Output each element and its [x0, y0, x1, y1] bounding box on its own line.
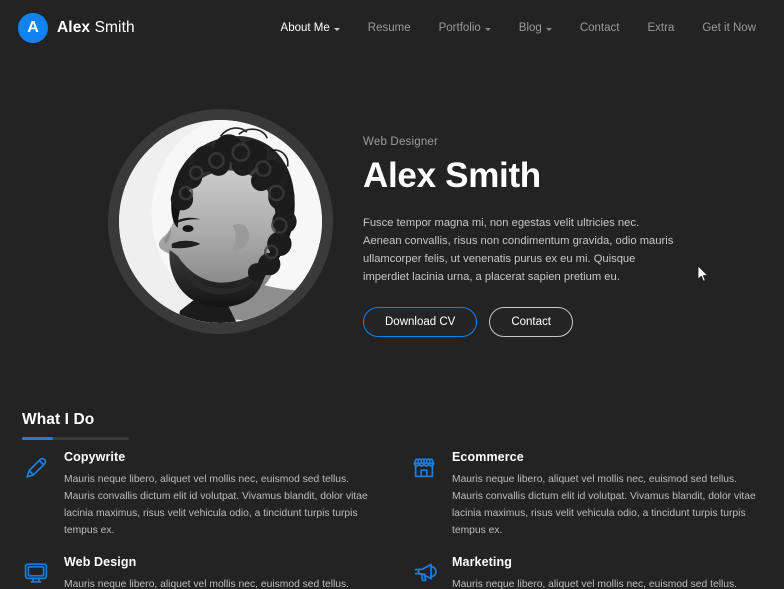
nav-item-contact[interactable]: Contact — [566, 22, 634, 34]
service-card-ecommerce[interactable]: Ecommerce Mauris neque libero, aliquet v… — [410, 450, 764, 539]
hero-paragraph: Fusce tempor magna mi, non egestas velit… — [363, 216, 674, 284]
section-header: What I Do — [22, 411, 129, 440]
portrait-frame — [108, 109, 333, 334]
logo-letter: A — [27, 19, 39, 36]
nav-item-extra[interactable]: Extra — [633, 22, 688, 34]
nav-label-blog: Blog — [518, 22, 542, 34]
service-card-body: Copywrite Mauris neque libero, aliquet v… — [64, 450, 376, 539]
nav-label-contact: Contact — [579, 22, 620, 34]
service-title: Copywrite — [64, 450, 126, 464]
nav-item-resume[interactable]: Resume — [354, 22, 425, 34]
services-grid: Copywrite Mauris neque libero, aliquet v… — [22, 450, 764, 589]
service-card-body: Marketing Mauris neque libero, aliquet v… — [452, 555, 764, 589]
nav-item-get-it-now[interactable]: Get it Now — [688, 22, 770, 34]
nav-item-portfolio[interactable]: Portfolio — [425, 22, 505, 34]
chevron-down-icon — [333, 27, 340, 31]
section-title: What I Do — [22, 411, 95, 428]
brand-name-light: Smith — [94, 19, 135, 36]
nav-label-get-it-now: Get it Now — [702, 22, 756, 34]
chevron-down-icon — [484, 27, 491, 31]
contact-label: Contact — [511, 316, 551, 329]
brand-name-bold: Alex — [57, 19, 91, 36]
service-card-web-design[interactable]: Web Design Mauris neque libero, aliquet … — [22, 555, 376, 589]
service-description: Mauris neque libero, aliquet vel mollis … — [452, 474, 756, 537]
nav-label-resume: Resume — [367, 22, 411, 34]
logo-badge-icon: A — [18, 13, 48, 43]
services-section: What I Do Copywrite Mauris neque libero,… — [0, 388, 784, 589]
service-description: Mauris neque libero, aliquet vel mollis … — [64, 579, 350, 589]
service-description: Mauris neque libero, aliquet vel mollis … — [64, 474, 368, 537]
nav-item-about-me[interactable]: About Me — [267, 22, 354, 34]
main-navigation: About Me Resume Portfolio Blog Contact E… — [267, 0, 770, 56]
megaphone-icon — [410, 559, 438, 587]
nav-label-extra: Extra — [647, 22, 675, 34]
service-title: Web Design — [64, 555, 137, 570]
nav-label-about-me: About Me — [280, 22, 330, 34]
service-title: Marketing — [452, 555, 512, 570]
chevron-down-icon — [545, 27, 552, 31]
avatar — [119, 120, 322, 323]
shop-icon — [410, 454, 438, 482]
site-header: A Alex Smith About Me Resume Portfolio B… — [0, 0, 784, 56]
contact-button[interactable]: Contact — [489, 307, 573, 338]
hero-content: Web Designer Alex Smith Fusce tempor mag… — [363, 136, 693, 338]
pencil-icon — [22, 454, 50, 482]
service-card-copywrite[interactable]: Copywrite Mauris neque libero, aliquet v… — [22, 450, 376, 539]
brand-logo[interactable]: A Alex Smith — [18, 13, 135, 43]
service-title: Ecommerce — [452, 450, 524, 464]
hero-button-group: Download CV Contact — [363, 307, 693, 338]
nav-label-portfolio: Portfolio — [438, 22, 481, 34]
section-underline-accent — [22, 437, 129, 440]
page-title: Alex Smith — [363, 156, 541, 195]
hero-section: Web Designer Alex Smith Fusce tempor mag… — [0, 56, 784, 388]
service-card-body: Ecommerce Mauris neque libero, aliquet v… — [452, 450, 764, 539]
page-root: A Alex Smith About Me Resume Portfolio B… — [0, 0, 784, 589]
service-card-marketing[interactable]: Marketing Mauris neque libero, aliquet v… — [410, 555, 764, 589]
service-card-body: Web Design Mauris neque libero, aliquet … — [64, 555, 376, 589]
hero-subtitle: Web Designer — [363, 136, 439, 148]
nav-item-blog[interactable]: Blog — [505, 22, 566, 34]
monitor-icon — [22, 559, 50, 587]
download-cv-label: Download CV — [385, 316, 456, 329]
download-cv-button[interactable]: Download CV — [363, 307, 478, 338]
service-description: Mauris neque libero, aliquet vel mollis … — [452, 579, 738, 589]
brand-name: Alex Smith — [57, 19, 135, 37]
